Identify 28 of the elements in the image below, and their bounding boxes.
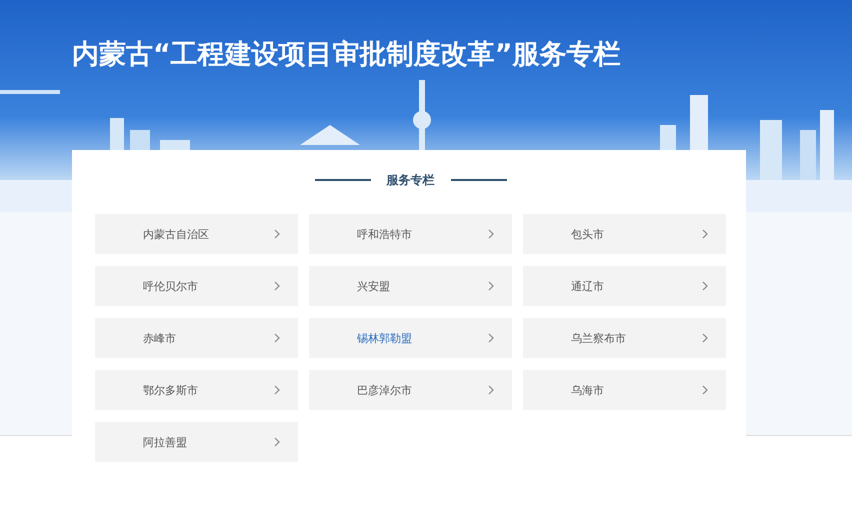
chevron-right-icon bbox=[274, 333, 280, 343]
chevron-right-icon bbox=[702, 385, 708, 395]
region-link[interactable]: 包头市 bbox=[523, 214, 726, 254]
region-link[interactable]: 乌海市 bbox=[523, 370, 726, 410]
region-link[interactable]: 赤峰市 bbox=[95, 318, 298, 358]
region-link[interactable]: 呼和浩特市 bbox=[309, 214, 512, 254]
region-link[interactable]: 呼伦贝尔市 bbox=[95, 266, 298, 306]
chevron-right-icon bbox=[274, 437, 280, 447]
chevron-right-icon bbox=[274, 281, 280, 291]
region-link[interactable]: 阿拉善盟 bbox=[95, 422, 298, 462]
chevron-right-icon bbox=[702, 281, 708, 291]
region-link[interactable]: 鄂尔多斯市 bbox=[95, 370, 298, 410]
region-link[interactable]: 通辽市 bbox=[523, 266, 726, 306]
chevron-right-icon bbox=[488, 229, 494, 239]
chevron-right-icon bbox=[488, 385, 494, 395]
region-link[interactable]: 内蒙古自治区 bbox=[95, 214, 298, 254]
chevron-right-icon bbox=[702, 229, 708, 239]
chevron-right-icon bbox=[702, 333, 708, 343]
section-heading: 服务专栏 bbox=[386, 172, 434, 188]
region-link[interactable]: 锡林郭勒盟 bbox=[309, 318, 512, 358]
region-link[interactable]: 巴彦淖尔市 bbox=[309, 370, 512, 410]
region-link[interactable]: 乌兰察布市 bbox=[523, 318, 726, 358]
page-title: 内蒙古“工程建设项目审批制度改革”服务专栏 bbox=[71, 38, 622, 72]
region-link[interactable]: 兴安盟 bbox=[309, 266, 512, 306]
chevron-right-icon bbox=[274, 385, 280, 395]
chevron-right-icon bbox=[274, 229, 280, 239]
chevron-right-icon bbox=[488, 333, 494, 343]
chevron-right-icon bbox=[488, 281, 494, 291]
